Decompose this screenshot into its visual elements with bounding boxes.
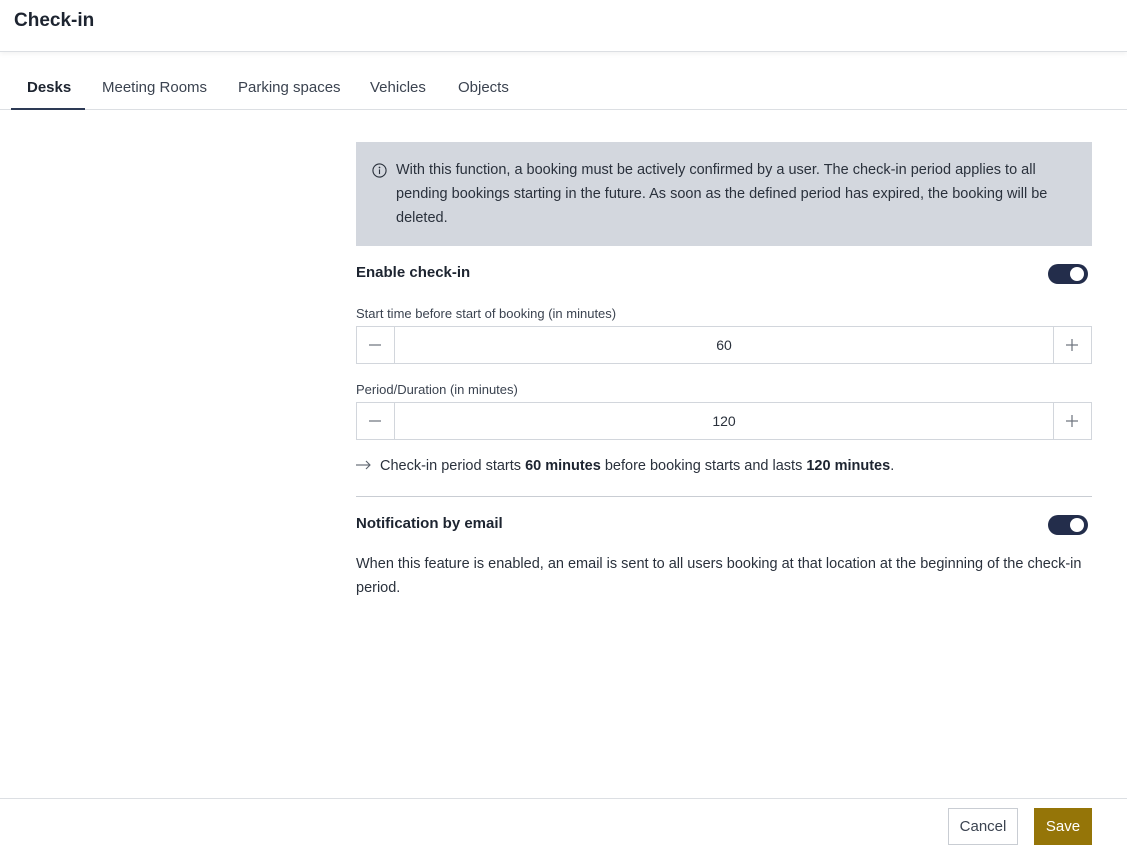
minus-icon: [369, 344, 381, 346]
check-in-summary: Check-in period starts 60 minutes before…: [356, 458, 894, 474]
info-banner: With this function, a booking must be ac…: [356, 142, 1092, 246]
notification-description: When this feature is enabled, an email i…: [356, 556, 1082, 596]
start-time-label: Start time before start of booking (in m…: [356, 306, 617, 321]
toggle-knob: [1070, 518, 1084, 532]
tab-desks[interactable]: Desks: [27, 79, 71, 96]
toggle-knob: [1070, 267, 1084, 281]
summary-duration-value: 120 minutes: [806, 458, 891, 474]
cancel-button[interactable]: Cancel: [948, 808, 1018, 845]
tab-bar: Desks Meeting Rooms Parking spaces Vehic…: [0, 52, 1127, 110]
footer-bar: Cancel Save: [0, 798, 1127, 855]
tab-objects[interactable]: Objects: [458, 79, 509, 96]
notification-label: Notification by email: [356, 515, 503, 532]
tab-meeting-rooms[interactable]: Meeting Rooms: [102, 79, 207, 96]
summary-middle: before booking starts and lasts: [604, 458, 803, 474]
duration-input[interactable]: [395, 403, 1053, 439]
start-time-input[interactable]: [395, 327, 1053, 363]
section-divider: [356, 496, 1092, 497]
summary-suffix: .: [890, 458, 895, 474]
arrow-right-icon: [356, 458, 380, 474]
page-title: Check-in: [14, 10, 95, 31]
summary-start-value: 60 minutes: [525, 458, 601, 474]
info-text: With this function, a booking must be ac…: [396, 162, 1048, 226]
duration-label: Period/Duration (in minutes): [356, 382, 518, 397]
header-bar: Check-in: [0, 0, 1127, 52]
tab-parking-spaces[interactable]: Parking spaces: [238, 79, 341, 96]
start-time-decrement-button[interactable]: [357, 327, 395, 363]
duration-increment-button[interactable]: [1053, 403, 1091, 439]
plus-icon: [1066, 415, 1078, 427]
notification-toggle[interactable]: [1048, 515, 1088, 535]
tab-vehicles[interactable]: Vehicles: [370, 79, 426, 96]
plus-icon: [1066, 339, 1078, 351]
summary-prefix: Check-in period starts: [380, 458, 522, 474]
start-time-stepper: [356, 326, 1092, 364]
start-time-increment-button[interactable]: [1053, 327, 1091, 363]
minus-icon: [369, 420, 381, 422]
duration-stepper: [356, 402, 1092, 440]
save-button[interactable]: Save: [1034, 808, 1092, 845]
active-tab-indicator: [11, 108, 85, 110]
enable-check-in-label: Enable check-in: [356, 264, 471, 281]
info-icon: [372, 162, 387, 178]
duration-decrement-button[interactable]: [357, 403, 395, 439]
enable-check-in-toggle[interactable]: [1048, 264, 1088, 284]
